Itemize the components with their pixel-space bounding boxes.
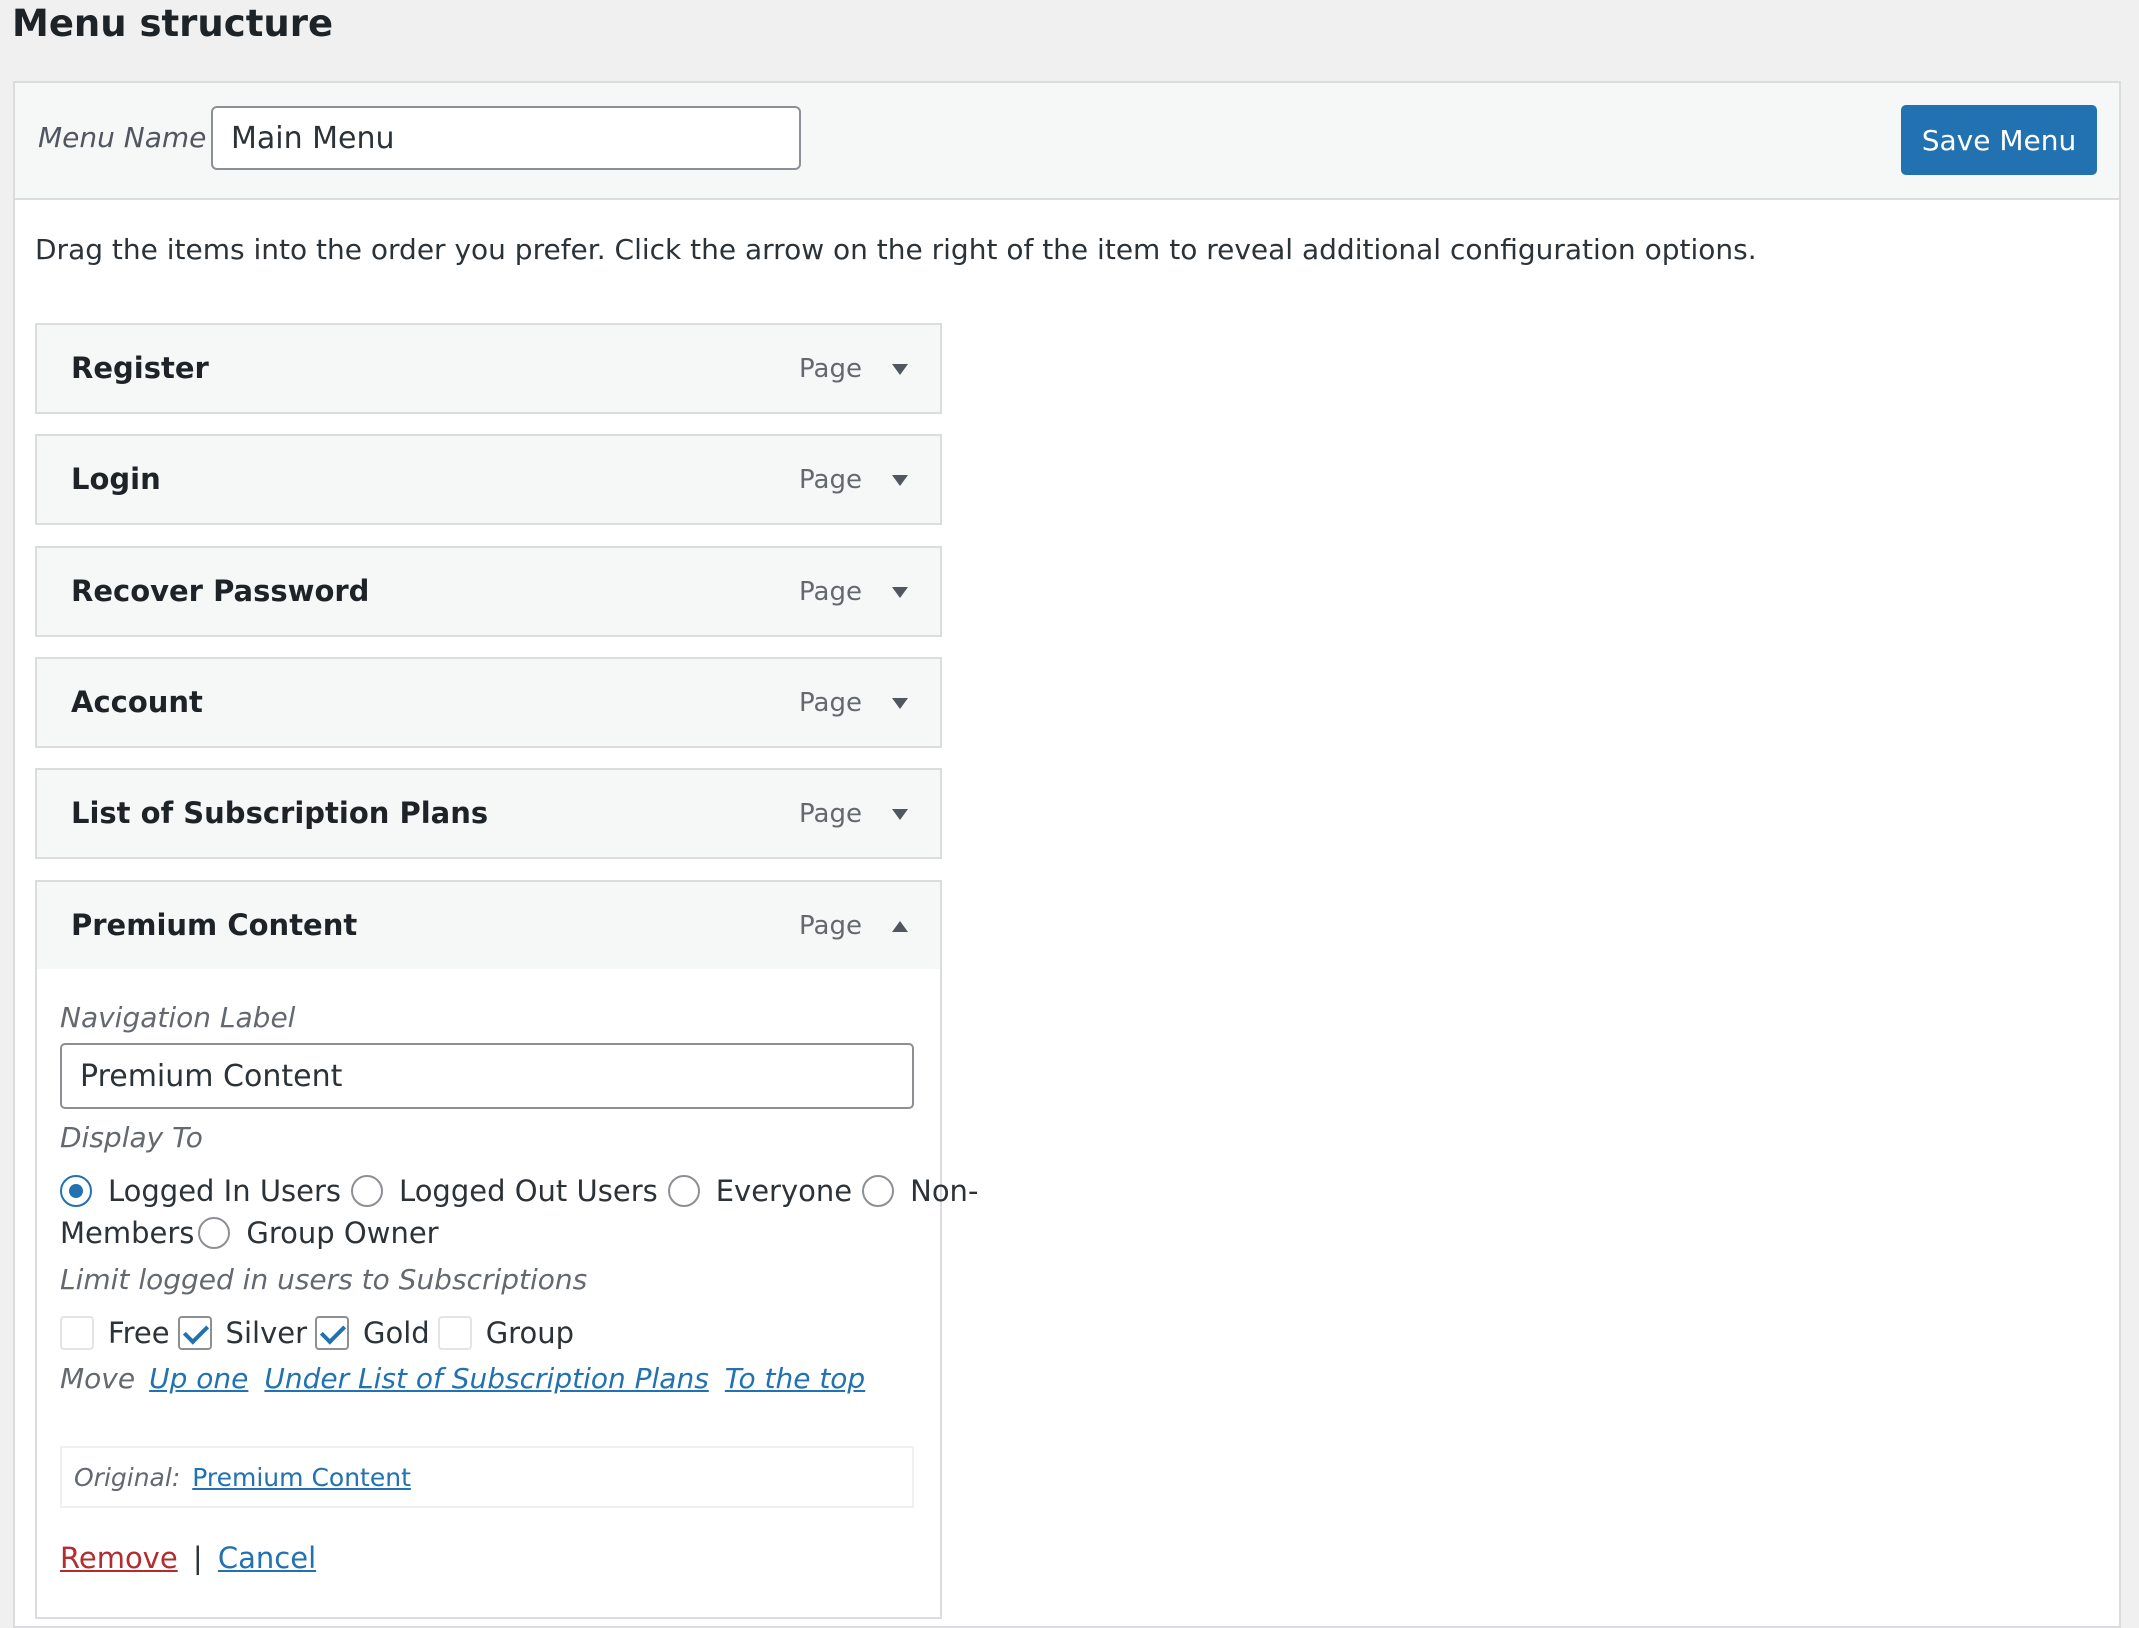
menu-name-label: Menu Name xyxy=(38,121,207,154)
menu-item-recover-password[interactable]: Recover Password Page xyxy=(35,546,942,637)
menu-item-type: Page xyxy=(799,354,862,384)
collapse-arrow-icon[interactable] xyxy=(880,904,920,948)
menu-item-type: Page xyxy=(799,688,862,718)
radio-non-members-label-part: Non- xyxy=(910,1174,979,1208)
menu-item-subscription-plans[interactable]: List of Subscription Plans Page xyxy=(35,768,942,859)
expand-arrow-icon[interactable] xyxy=(880,570,920,614)
cancel-link[interactable]: Cancel xyxy=(218,1541,316,1575)
radio-logged-out[interactable] xyxy=(351,1175,384,1207)
radio-logged-in[interactable] xyxy=(60,1175,92,1207)
nav-label-input[interactable] xyxy=(60,1043,914,1109)
menu-panel-header: Menu Name Save Menu xyxy=(15,83,2119,200)
checkbox-gold[interactable] xyxy=(315,1316,349,1350)
radio-everyone-label: Everyone xyxy=(715,1174,853,1208)
menu-item-type: Page xyxy=(799,577,862,607)
checkbox-gold-label: Gold xyxy=(363,1316,430,1350)
move-up-one-link[interactable]: Up one xyxy=(149,1362,248,1395)
radio-logged-in-label: Logged In Users xyxy=(108,1174,342,1208)
menu-item-type: Page xyxy=(799,911,862,941)
menu-item-premium-content[interactable]: Premium Content Page xyxy=(35,880,942,971)
menu-item-title: Register xyxy=(71,351,209,385)
page-title: Menu structure xyxy=(12,2,334,45)
original-label: Original: xyxy=(74,1462,181,1492)
display-to-label: Display To xyxy=(60,1121,203,1154)
checkbox-group-label: Group xyxy=(485,1316,574,1350)
checkbox-free[interactable] xyxy=(60,1316,94,1350)
move-under-link[interactable]: Under List of Subscription Plans xyxy=(264,1362,708,1395)
expand-arrow-icon[interactable] xyxy=(880,458,920,502)
radio-group-owner[interactable] xyxy=(198,1217,231,1249)
save-menu-button[interactable]: Save Menu xyxy=(1901,105,2097,175)
menu-item-title: Premium Content xyxy=(71,908,358,942)
subscription-checkboxes: Free Silver Gold Group xyxy=(60,1316,584,1350)
display-to-options-row-1: Logged In Users Logged Out Users Everyon… xyxy=(60,1174,988,1208)
original-link[interactable]: Premium Content xyxy=(192,1463,411,1492)
expand-arrow-icon[interactable] xyxy=(880,347,920,391)
menu-item-type: Page xyxy=(799,799,862,829)
radio-logged-out-label: Logged Out Users xyxy=(399,1174,658,1208)
move-label: Move xyxy=(60,1362,136,1395)
checkbox-group[interactable] xyxy=(437,1316,472,1350)
original-box: Original: Premium Content xyxy=(60,1446,914,1508)
menu-name-input[interactable] xyxy=(211,106,801,170)
expand-arrow-icon[interactable] xyxy=(880,681,920,725)
menu-item-login[interactable]: Login Page xyxy=(35,434,942,525)
checkbox-silver-label: Silver xyxy=(225,1316,307,1350)
radio-everyone[interactable] xyxy=(667,1175,700,1207)
remove-link[interactable]: Remove xyxy=(60,1541,178,1575)
menu-item-title: Login xyxy=(71,462,161,496)
instructions-text: Drag the items into the order you prefer… xyxy=(35,233,1757,266)
menu-item-type: Page xyxy=(799,465,862,495)
item-actions: Remove | Cancel xyxy=(60,1541,316,1575)
checkbox-free-label: Free xyxy=(108,1316,170,1350)
move-links: Move Up one Under List of Subscription P… xyxy=(60,1362,881,1395)
display-to-options-row-2: Members Group Owner xyxy=(60,1216,449,1250)
radio-non-members-label-cont: Members xyxy=(60,1216,195,1250)
checkbox-silver[interactable] xyxy=(177,1316,212,1350)
move-to-top-link[interactable]: To the top xyxy=(725,1362,865,1395)
menu-item-account[interactable]: Account Page xyxy=(35,657,942,748)
radio-group-owner-label: Group Owner xyxy=(246,1216,439,1250)
nav-label-label: Navigation Label xyxy=(60,1001,296,1034)
menu-item-title: Account xyxy=(71,685,203,719)
menu-item-register[interactable]: Register Page xyxy=(35,323,942,414)
menu-item-title: List of Subscription Plans xyxy=(71,796,489,830)
action-separator: | xyxy=(192,1541,203,1575)
radio-non-members[interactable] xyxy=(862,1175,895,1207)
expand-arrow-icon[interactable] xyxy=(880,792,920,836)
menu-item-title: Recover Password xyxy=(71,574,370,608)
limit-subscriptions-label: Limit logged in users to Subscriptions xyxy=(60,1263,588,1296)
